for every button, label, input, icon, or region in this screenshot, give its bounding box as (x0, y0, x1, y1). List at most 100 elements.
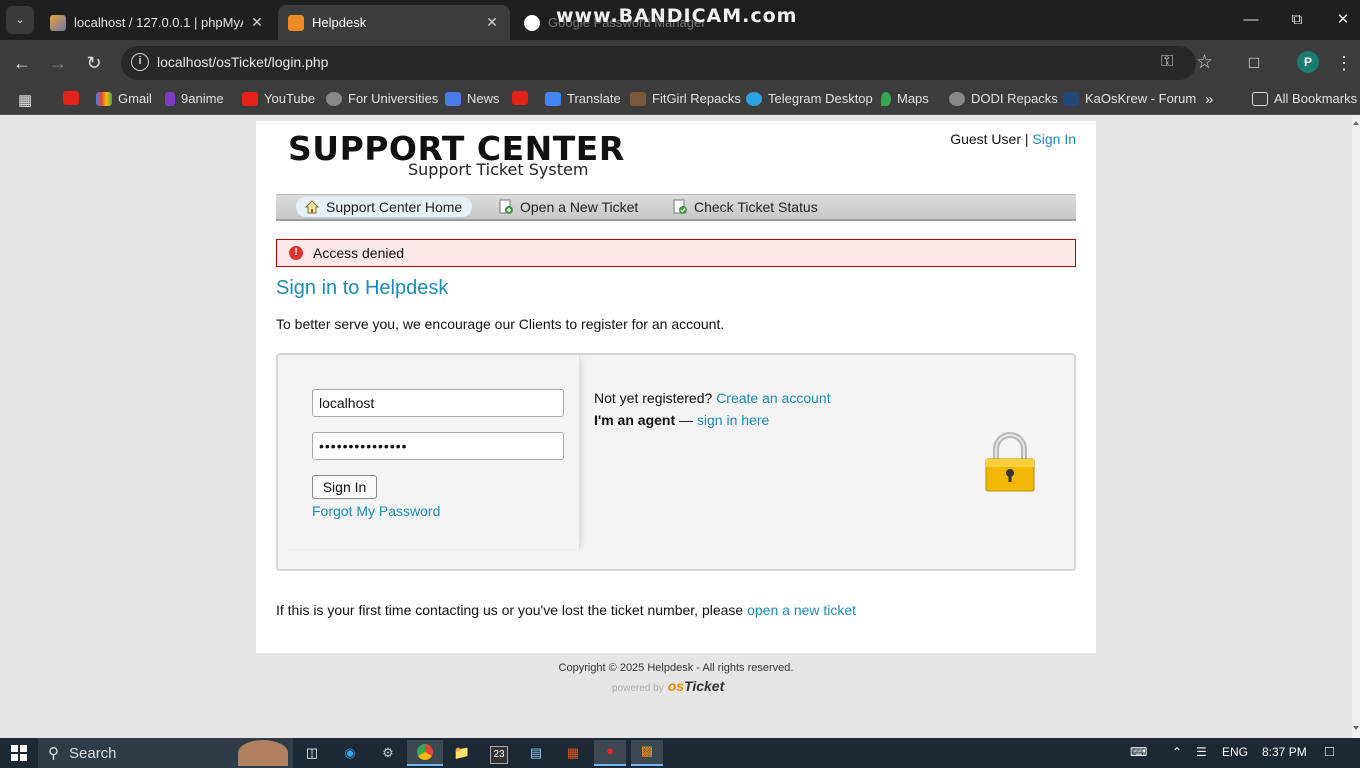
nav-support-center-home[interactable]: Support Center Home (296, 197, 473, 217)
bandicam-icon[interactable]: ● (594, 740, 626, 766)
agent-text: I'm an agent (594, 412, 676, 428)
youtube-icon (242, 91, 258, 106)
header-sign-in-link[interactable]: Sign In (1032, 131, 1076, 147)
bookmark-youtube-2[interactable]: YouTube (242, 91, 315, 106)
bookmark-telegram[interactable]: Telegram Desktop (746, 91, 873, 106)
chrome-icon[interactable] (407, 740, 443, 766)
kaoskrew-icon (1063, 91, 1079, 106)
file-explorer-icon[interactable]: 📁 (450, 742, 474, 764)
windows-taskbar: ⚲ Search ◫ ◉ ⚙ 📁 23 ▤ ▦ ● ▩ ⌨ ⌃ ☰ ENG 8:… (0, 738, 1360, 768)
scroll-up-icon[interactable] (1353, 121, 1359, 125)
url-text[interactable]: localhost/osTicket/login.php (157, 54, 328, 70)
site-info-icon[interactable]: i (131, 53, 149, 71)
bookmark-label: YouTube (264, 91, 316, 106)
clock[interactable]: 8:37 PM (1262, 745, 1307, 759)
nav-label: Support Center Home (326, 199, 463, 215)
bookmark-star-icon[interactable]: ☆ (1196, 51, 1213, 74)
taskbar-search[interactable]: ⚲ Search (38, 738, 293, 768)
bookmark-universities[interactable]: For Universities (326, 91, 438, 106)
telegram-icon (746, 91, 762, 106)
more-bookmarks-chevron-icon[interactable]: » (1205, 91, 1213, 108)
powered-by[interactable]: powered by osTicket (612, 678, 724, 694)
address-bar-row: ← → ↻ i localhost/osTicket/login.php ⚿ ☆… (0, 40, 1360, 85)
network-icon[interactable]: ☰ (1196, 745, 1207, 759)
bookmark-maps[interactable]: Maps (881, 91, 929, 106)
register-line: Not yet registered? Create an account (594, 387, 831, 409)
bookmark-translate[interactable]: Translate (545, 91, 621, 106)
profile-avatar[interactable]: P (1297, 51, 1319, 73)
notifications-icon[interactable]: □ (1325, 743, 1334, 760)
create-account-link[interactable]: Create an account (716, 390, 830, 406)
bookmark-gmail[interactable]: Gmail (96, 91, 152, 106)
bookmark-news[interactable]: News (445, 91, 500, 106)
ticket-status-icon (672, 199, 688, 215)
agent-sign-in-link[interactable]: sign in here (697, 412, 769, 428)
login-form: localhost ••••••••••••••• Sign In Forgot… (278, 355, 580, 549)
not-registered-text: Not yet registered? (594, 390, 713, 406)
extensions-icon[interactable]: □ (1241, 50, 1267, 76)
calendar-icon[interactable]: 23 (487, 742, 511, 764)
forgot-password-link[interactable]: Forgot My Password (312, 503, 440, 519)
site-logo-subtitle: Support Ticket System (408, 160, 589, 179)
office-icon[interactable]: ▦ (561, 742, 585, 764)
tab-phpmyadmin[interactable]: localhost / 127.0.0.1 | phpMyAd ✕ (40, 5, 275, 40)
restore-button[interactable]: ⧉ (1274, 0, 1320, 40)
scroll-down-icon[interactable] (1353, 726, 1359, 730)
nav-open-new-ticket[interactable]: Open a New Ticket (490, 197, 648, 217)
bookmark-label: KaOsKrew - Forum (1085, 91, 1197, 106)
bookmark-label: FitGirl Repacks (652, 91, 741, 106)
omnibox[interactable]: i localhost/osTicket/login.php ⚿ ☆ (121, 46, 1213, 80)
copyright: Copyright © 2025 Helpdesk - All rights r… (558, 662, 794, 674)
password-field[interactable]: ••••••••••••••• (312, 432, 564, 460)
tab-search-button[interactable]: ⌄ (6, 6, 34, 34)
google-key-icon (524, 14, 540, 31)
youtube-icon (512, 91, 528, 105)
xampp-icon[interactable]: ▩ (631, 740, 663, 766)
9anime-icon (165, 91, 175, 106)
bookmark-fitgirl[interactable]: FitGirl Repacks (630, 91, 741, 106)
bookmark-youtube-3[interactable] (512, 91, 534, 105)
sign-in-button[interactable]: Sign In (312, 475, 377, 499)
bookmark-kaoskrew[interactable]: KaOsKrew - Forum (1063, 91, 1196, 106)
page-scrollbar[interactable] (1352, 116, 1360, 738)
agent-separator: — (675, 412, 697, 428)
password-key-icon[interactable]: ⚿ (1161, 53, 1173, 71)
menu-kebab-icon[interactable]: ⋮ (1331, 50, 1357, 76)
bookmark-dodi[interactable]: DODI Repacks (949, 91, 1058, 106)
task-view-icon[interactable]: ◫ (300, 742, 324, 764)
window-close-button[interactable]: ✕ (1320, 0, 1360, 40)
bookmark-label: Translate (567, 91, 621, 106)
minimize-button[interactable]: — (1228, 0, 1274, 40)
guest-label: Guest User | (950, 131, 1029, 147)
back-button[interactable]: ← (9, 50, 35, 76)
page-viewport: SUPPORT CENTER Support Ticket System Gue… (0, 116, 1352, 738)
reload-button[interactable]: ↻ (81, 50, 107, 76)
close-icon[interactable]: ✕ (484, 14, 500, 31)
forward-button[interactable]: → (45, 50, 71, 76)
bookmark-youtube[interactable] (63, 91, 85, 105)
footnote-text: If this is your first time contacting us… (276, 602, 748, 618)
youtube-icon (63, 91, 79, 105)
nav-check-ticket-status[interactable]: Check Ticket Status (664, 197, 828, 217)
tray-chevron-icon[interactable]: ⌃ (1172, 745, 1182, 759)
folder-icon (1252, 91, 1268, 106)
open-new-ticket-link[interactable]: open a new ticket (747, 602, 856, 618)
bookmark-label: Gmail (118, 91, 152, 106)
language-indicator[interactable]: ENG (1222, 745, 1248, 759)
app-icon[interactable]: ⚙ (376, 742, 400, 764)
phpmyadmin-icon (50, 14, 66, 31)
tab-label: localhost / 127.0.0.1 | phpMyAd (74, 15, 243, 30)
all-bookmarks-folder[interactable]: All Bookmarks (1252, 91, 1357, 106)
bookmark-9anime[interactable]: 9anime (165, 91, 224, 106)
apps-grid-icon[interactable]: ▦ (18, 91, 32, 109)
notepad-icon[interactable]: ▤ (524, 742, 548, 764)
close-icon[interactable]: ✕ (249, 14, 265, 31)
keyboard-icon[interactable]: ⌨ (1130, 745, 1147, 759)
bookmark-label: News (467, 91, 500, 106)
bookmark-label: DODI Repacks (971, 91, 1058, 106)
windows-start-icon[interactable] (6, 742, 32, 764)
main-nav: Support Center Home Open a New Ticket Ch… (276, 194, 1076, 221)
edge-icon[interactable]: ◉ (338, 742, 362, 764)
tab-helpdesk[interactable]: Helpdesk ✕ (278, 5, 510, 40)
username-field[interactable]: localhost (312, 389, 564, 417)
